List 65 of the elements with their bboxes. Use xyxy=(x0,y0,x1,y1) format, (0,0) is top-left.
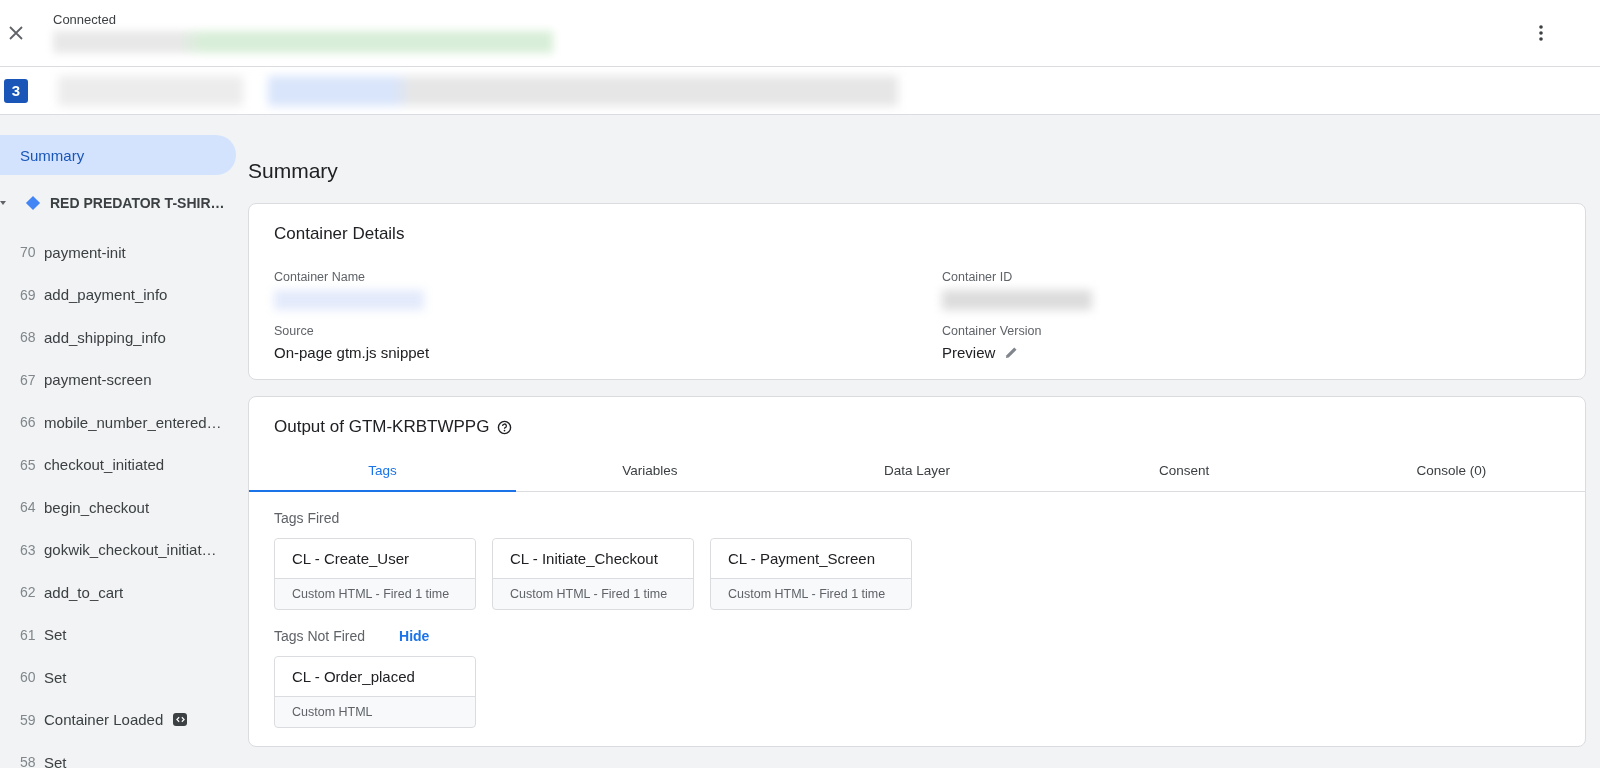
event-number: 69 xyxy=(20,286,37,303)
field-value: Preview xyxy=(942,344,996,361)
event-item[interactable]: checkout_initiated xyxy=(44,456,165,474)
tag-name: CL - Create_User xyxy=(275,539,475,579)
event-item[interactable]: add_shipping_info xyxy=(44,328,166,346)
tag-name: CL - Initiate_Checkout xyxy=(493,539,693,579)
field-label: Container Version xyxy=(942,324,1043,338)
tag-card[interactable]: CL - Initiate_Checkout Custom HTML - Fired 1 time xyxy=(492,538,694,610)
count-badge: 3 xyxy=(4,78,28,103)
field-value: On-page gtm.js snippet xyxy=(274,344,430,361)
connection-status: Connected xyxy=(53,12,117,27)
field-label: Container ID xyxy=(942,270,1014,284)
page-row[interactable]: RED PREDATOR T-SHIR… xyxy=(0,175,236,231)
tab[interactable]: Tags xyxy=(249,453,517,492)
tag-detail: Custom HTML xyxy=(291,704,374,721)
tag-name: CL - Order_placed xyxy=(275,657,475,697)
close-icon[interactable] xyxy=(8,25,24,41)
event-item[interactable]: Set xyxy=(44,753,67,768)
event-item[interactable]: add_payment_info xyxy=(44,286,168,304)
pencil-icon[interactable] xyxy=(1005,346,1019,359)
tab[interactable]: Consent xyxy=(1050,453,1318,492)
section-title: Tags Not Fired xyxy=(274,628,366,644)
tag-card[interactable]: CL - Order_placed Custom HTML xyxy=(274,656,476,728)
tab[interactable]: Variables xyxy=(516,453,784,492)
event-item[interactable]: Container Loaded xyxy=(44,711,164,729)
tab[interactable]: Console (0) xyxy=(1317,453,1585,492)
event-number: 63 xyxy=(20,541,37,558)
tag-detail: Custom HTML - Fired 1 time xyxy=(727,586,887,603)
more-menu-icon[interactable] xyxy=(1539,25,1543,41)
event-item[interactable]: add_to_cart xyxy=(44,583,124,601)
caret-icon[interactable] xyxy=(0,201,6,205)
event-item[interactable]: begin_checkout xyxy=(44,498,150,516)
tag-card[interactable]: CL - Create_User Custom HTML - Fired 1 time xyxy=(274,538,476,610)
help-icon[interactable] xyxy=(497,419,513,435)
event-number: 70 xyxy=(20,244,37,261)
tag-card[interactable]: CL - Payment_Screen Custom HTML - Fired 1 time xyxy=(710,538,912,610)
sidebar-item[interactable]: Summary xyxy=(0,135,236,175)
tag-detail: Custom HTML - Fired 1 time xyxy=(509,586,669,603)
field-label: Container Name xyxy=(274,270,366,284)
tag-detail: Custom HTML - Fired 1 time xyxy=(291,586,451,603)
hide-link[interactable]: Hide xyxy=(399,628,430,644)
card-title: Output of GTM-KRBTWPPG xyxy=(274,417,490,437)
event-number: 67 xyxy=(20,371,37,388)
event-item[interactable]: gokwik_checkout_initiat… xyxy=(44,541,217,559)
event-item[interactable]: payment-screen xyxy=(44,371,152,389)
event-number: 66 xyxy=(20,414,37,431)
event-item[interactable]: mobile_number_entered… xyxy=(44,413,222,431)
tag-name: CL - Payment_Screen xyxy=(711,539,911,579)
event-number: 68 xyxy=(20,329,37,346)
event-number: 60 xyxy=(20,669,37,686)
page-title: RED PREDATOR T-SHIR… xyxy=(50,195,225,211)
event-item[interactable]: payment-init xyxy=(44,243,126,261)
event-number: 65 xyxy=(20,456,37,473)
card-title: Container Details xyxy=(273,223,406,244)
tab[interactable]: Data Layer xyxy=(783,453,1051,492)
event-number: 58 xyxy=(20,754,37,768)
event-number: 59 xyxy=(20,711,37,728)
event-item[interactable]: Set xyxy=(44,668,67,686)
event-number: 62 xyxy=(20,584,37,601)
field-label: Source xyxy=(274,324,315,338)
event-item[interactable]: Set xyxy=(44,626,67,644)
page-title: Summary xyxy=(248,159,339,183)
section-title: Tags Fired xyxy=(274,510,340,526)
event-number: 64 xyxy=(20,499,37,516)
event-number: 61 xyxy=(20,626,37,643)
